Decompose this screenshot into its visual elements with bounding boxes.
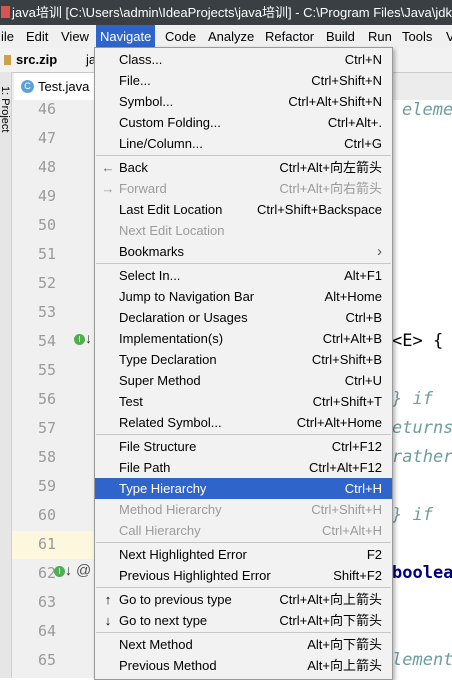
menu-run[interactable]: Run — [364, 25, 396, 48]
menu-item-type-declaration[interactable]: Type Declaration Ctrl+Shift+B — [95, 349, 392, 370]
window-title-bar: java培训 [C:\Users\admin\IdeaProjects\java… — [0, 0, 452, 25]
menu-code[interactable]: Code — [161, 25, 200, 48]
menu-item-back[interactable]: ← Back Ctrl+Alt+向左箭头 — [95, 157, 392, 178]
project-tool-tab[interactable]: 1: Project — [0, 86, 11, 132]
menu-bar: ile Edit View Navigate Code Analyze Refa… — [0, 25, 452, 48]
code-fragment: eturns — [392, 418, 452, 438]
arrow-left-icon: ← — [101, 160, 115, 175]
menu-item-symbol[interactable]: Symbol... Ctrl+Alt+Shift+N — [95, 91, 392, 112]
menu-item-go-to-previous-type[interactable]: ↑ Go to previous type Ctrl+Alt+向上箭头 — [95, 589, 392, 610]
submenu-chevron-icon: › — [377, 243, 382, 260]
menu-separator — [96, 587, 391, 588]
line-number: 59 — [37, 477, 56, 495]
line-number: 60 — [37, 506, 56, 524]
code-fragment: boolean — [392, 563, 452, 583]
menu-item-jump-to-navigation-bar[interactable]: Jump to Navigation Bar Alt+Home — [95, 286, 392, 307]
annotation-marker: @ — [76, 562, 92, 579]
line-number: 62 — [37, 564, 56, 582]
code-fragment: eleme — [402, 100, 452, 120]
menu-refactor[interactable]: Refactor — [261, 25, 318, 48]
line-number: 49 — [37, 187, 56, 205]
menu-view[interactable]: View — [57, 25, 93, 48]
line-number: 52 — [37, 274, 56, 292]
menu-item-forward[interactable]: → Forward Ctrl+Alt+向右箭头 — [95, 178, 392, 199]
menu-build[interactable]: Build — [322, 25, 359, 48]
menu-separator — [96, 632, 391, 633]
menu-item-type-hierarchy[interactable]: Type Hierarchy Ctrl+H — [95, 478, 392, 499]
line-number: 54 — [37, 332, 56, 350]
tool-window-strip: 1: Project — [0, 72, 12, 678]
menu-navigate[interactable]: Navigate — [96, 25, 156, 48]
editor-tab-label: Test.java — [38, 79, 90, 94]
code-fragment: lement — [392, 650, 452, 670]
line-number: 64 — [37, 622, 56, 640]
line-number: 57 — [37, 419, 56, 437]
line-number: 65 — [37, 651, 56, 669]
menu-item-bookmarks[interactable]: Bookmarks › — [95, 241, 392, 262]
menu-vcs[interactable]: V — [442, 25, 452, 48]
menu-item-custom-folding[interactable]: Custom Folding... Ctrl+Alt+. — [95, 112, 392, 133]
menu-item-file-structure[interactable]: File Structure Ctrl+F12 — [95, 436, 392, 457]
app-icon — [1, 6, 10, 18]
line-number: 51 — [37, 245, 56, 263]
code-fragment: rather — [392, 447, 452, 467]
menu-item-next-edit-location[interactable]: Next Edit Location — [95, 220, 392, 241]
folder-icon — [4, 55, 11, 65]
menu-item-previous-highlighted-error[interactable]: Previous Highlighted Error Shift+F2 — [95, 565, 392, 586]
menu-item-next-highlighted-error[interactable]: Next Highlighted Error F2 — [95, 544, 392, 565]
code-fragment: <E> { — [392, 331, 444, 351]
line-number: 58 — [37, 448, 56, 466]
menu-item-last-edit-location[interactable]: Last Edit Location Ctrl+Shift+Backspace — [95, 199, 392, 220]
line-number: 53 — [37, 303, 56, 321]
arrow-right-icon: → — [101, 181, 115, 196]
implemented-marker-icon[interactable]: I — [74, 334, 85, 345]
menu-separator — [96, 542, 391, 543]
line-number: 61 — [37, 535, 56, 553]
menu-item-super-method[interactable]: Super Method Ctrl+U — [95, 370, 392, 391]
menu-item-class[interactable]: Class... Ctrl+N — [95, 49, 392, 70]
implemented-marker-icon[interactable]: I — [54, 566, 65, 577]
menu-item-file[interactable]: File... Ctrl+Shift+N — [95, 70, 392, 91]
menu-item-next-method[interactable]: Next Method Alt+向下箭头 — [95, 634, 392, 655]
menu-separator — [96, 155, 391, 156]
line-number: 56 — [37, 390, 56, 408]
arrow-up-icon: ↑ — [104, 592, 112, 607]
code-fragment: } if — [392, 505, 433, 525]
menu-item-select-in[interactable]: Select In... Alt+F1 — [95, 265, 392, 286]
line-number: 63 — [37, 593, 56, 611]
line-number: 47 — [37, 129, 56, 147]
editor-tab-test-java[interactable]: C Test.java — [14, 73, 100, 100]
menu-item-file-path[interactable]: File Path Ctrl+Alt+F12 — [95, 457, 392, 478]
class-file-icon: C — [21, 80, 34, 93]
menu-item-test[interactable]: Test Ctrl+Shift+T — [95, 391, 392, 412]
navigate-menu: Class... Ctrl+N File... Ctrl+Shift+N Symbo… — [94, 47, 393, 680]
menu-item-go-to-next-type[interactable]: ↓ Go to next type Ctrl+Alt+向下箭头 — [95, 610, 392, 631]
menu-tools[interactable]: Tools — [398, 25, 436, 48]
menu-analyze[interactable]: Analyze — [204, 25, 258, 48]
menu-edit[interactable]: Edit — [22, 25, 52, 48]
line-number: 48 — [37, 158, 56, 176]
menu-separator — [96, 263, 391, 264]
line-number: 50 — [37, 216, 56, 234]
nav-path-src-zip[interactable]: src.zip — [16, 52, 57, 67]
code-fragment: } if — [392, 389, 433, 409]
line-number: 55 — [37, 361, 56, 379]
window-title: java培训 [C:\Users\admin\IdeaProjects\java… — [12, 5, 452, 20]
arrow-down-icon: ↓ — [104, 613, 112, 628]
arrow-down-marker-icon[interactable]: ↓ — [65, 562, 72, 578]
menu-item-method-hierarchy[interactable]: Method Hierarchy Ctrl+Shift+H — [95, 499, 392, 520]
menu-item-related-symbol[interactable]: Related Symbol... Ctrl+Alt+Home — [95, 412, 392, 433]
menu-item-line-column[interactable]: Line/Column... Ctrl+G — [95, 133, 392, 154]
menu-file[interactable]: ile — [0, 25, 18, 48]
menu-separator — [96, 434, 391, 435]
menu-item-previous-method[interactable]: Previous Method Alt+向上箭头 — [95, 655, 392, 676]
line-number: 46 — [37, 100, 56, 118]
menu-item-declaration-or-usages[interactable]: Declaration or Usages Ctrl+B — [95, 307, 392, 328]
arrow-down-marker-icon[interactable]: ↓ — [85, 330, 92, 346]
menu-item-call-hierarchy[interactable]: Call Hierarchy Ctrl+Alt+H — [95, 520, 392, 541]
menu-item-implementations[interactable]: Implementation(s) Ctrl+Alt+B — [95, 328, 392, 349]
